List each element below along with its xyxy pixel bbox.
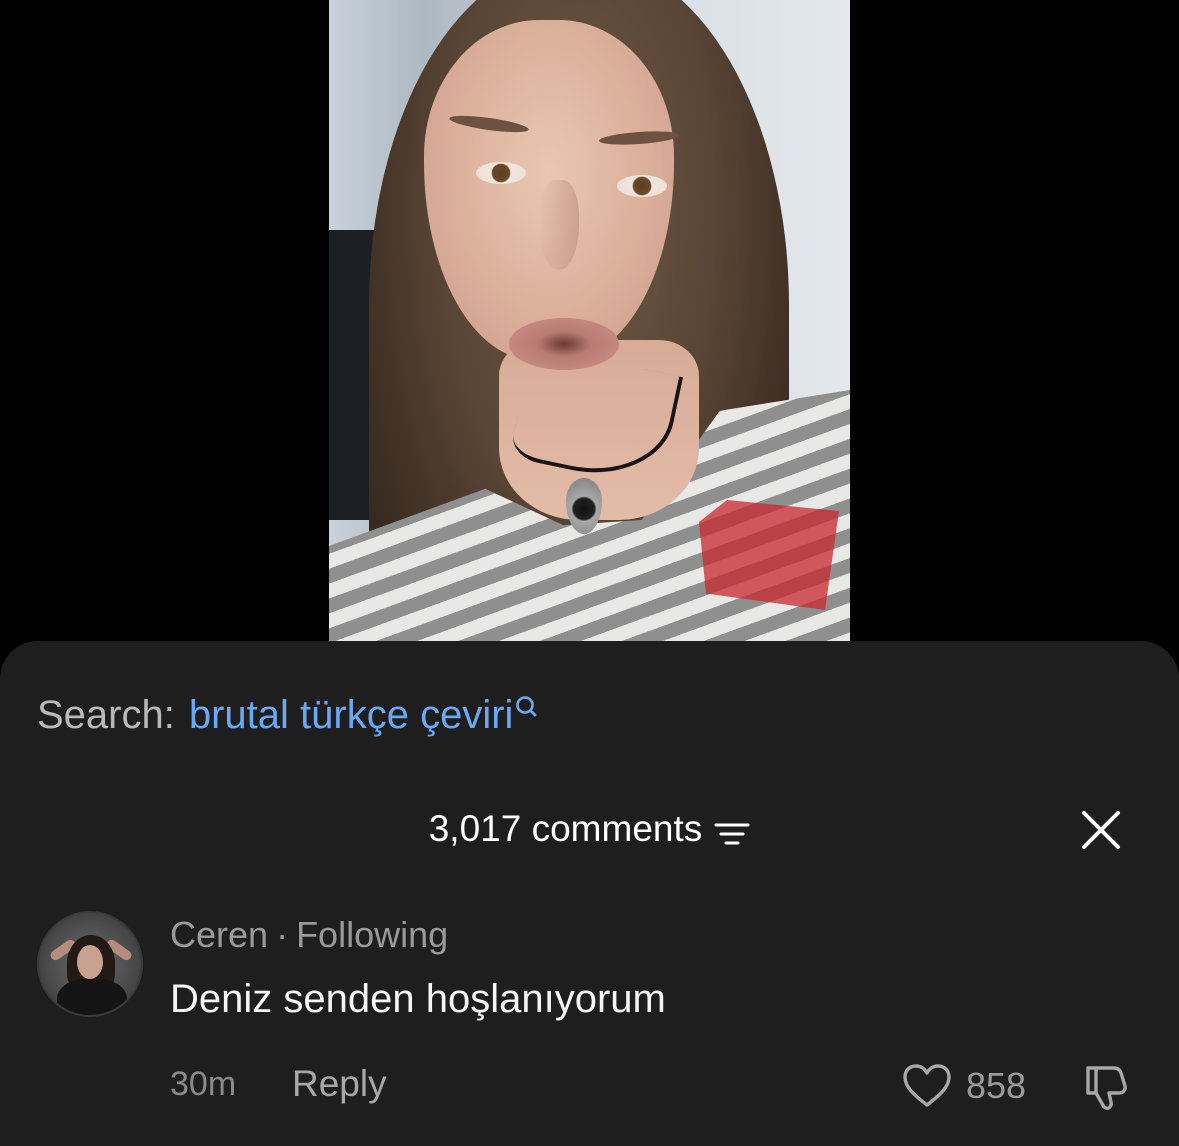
thumbs-down-icon[interactable] — [1080, 1062, 1130, 1112]
avatar-body — [57, 979, 127, 1015]
video-player[interactable] — [329, 0, 850, 642]
following-label: Following — [296, 914, 449, 955]
video-nose — [539, 180, 579, 270]
comment-text: Deniz senden hoşlanıyorum — [170, 977, 666, 1021]
search-query-link[interactable]: brutal türkçe çeviri — [189, 693, 514, 738]
meta-separator: · — [276, 914, 289, 955]
video-left-eye — [476, 162, 526, 184]
comment-author[interactable]: Ceren — [170, 914, 268, 955]
heart-outline-icon[interactable] — [902, 1063, 952, 1109]
comment-timestamp: 30m — [170, 1065, 237, 1103]
reply-button[interactable]: Reply — [292, 1063, 387, 1105]
like-count: 858 — [966, 1065, 1027, 1106]
close-icon[interactable] — [1080, 809, 1122, 851]
video-shirt-print — [699, 500, 839, 610]
sort-filter-icon[interactable] — [714, 815, 750, 845]
avatar[interactable] — [37, 911, 143, 1017]
avatar-face — [77, 945, 103, 979]
search-suggestion[interactable]: Search: brutal türkçe çeviri — [37, 690, 537, 740]
search-icon[interactable] — [515, 690, 537, 720]
comments-count: 3,017 comments — [428, 808, 703, 849]
video-right-eye — [617, 175, 667, 197]
search-label: Search: — [37, 692, 175, 737]
comments-header: 3,017 comments — [0, 806, 1179, 852]
close-button[interactable] — [1080, 809, 1122, 851]
comment-meta: Ceren · Following — [170, 914, 448, 956]
screen: Search: brutal türkçe çeviri 3,017 comme… — [0, 0, 1179, 1146]
